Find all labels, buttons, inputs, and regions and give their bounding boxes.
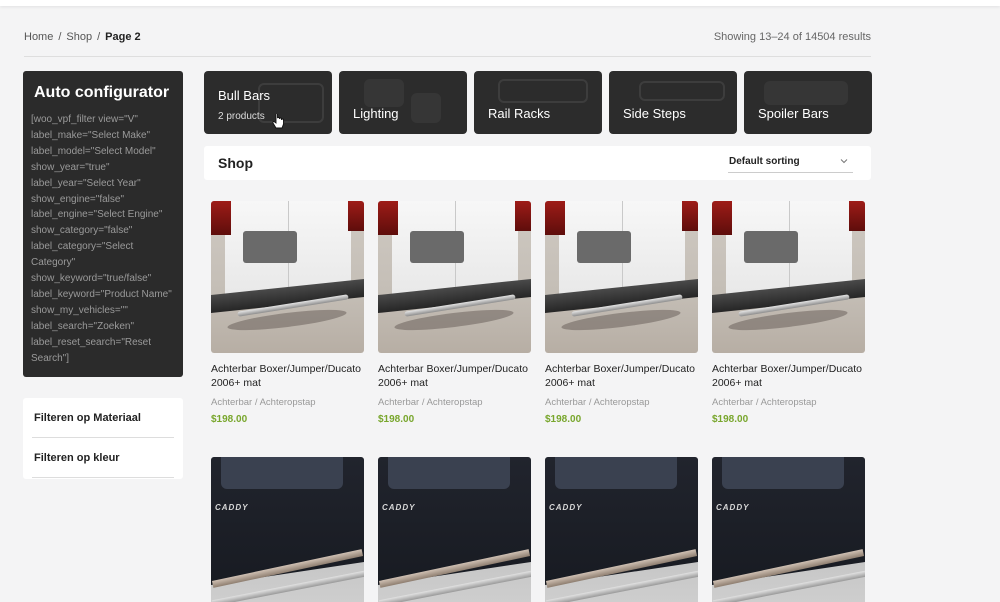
product-category: Achterbar / Achteropstap [211, 397, 316, 408]
product-image[interactable]: CADDY [378, 457, 531, 602]
product-price: $198.00 [378, 414, 415, 425]
breadcrumb-shop-link[interactable]: Shop [66, 31, 92, 43]
result-count: Showing 13–24 of 14504 results [713, 31, 871, 43]
configurator-title: Auto configurator [34, 84, 170, 101]
category-tile-side-steps[interactable]: Side Steps [609, 71, 737, 134]
breadcrumb-separator: / [58, 31, 62, 43]
spoiler-bar-silhouette-icon [764, 81, 848, 105]
filter-color[interactable]: Filteren op kleur [32, 438, 174, 478]
shop-toolbar: Shop Default sorting [204, 146, 871, 180]
product-image[interactable] [712, 201, 865, 353]
auto-configurator-widget: Auto configurator [woo_vpf_filter view="… [23, 71, 183, 377]
product-image[interactable] [211, 201, 364, 353]
caddy-badge-text: CADDY [716, 503, 750, 512]
product-image[interactable] [545, 201, 698, 353]
breadcrumb-home-link[interactable]: Home [24, 31, 53, 43]
light-silhouette-icon [411, 93, 441, 123]
caddy-badge-text: CADDY [382, 503, 416, 512]
category-tile-lighting[interactable]: Lighting [339, 71, 467, 134]
category-label: Rail Racks [488, 106, 551, 121]
category-label: Spoiler Bars [758, 106, 829, 121]
product-card: CADDY [712, 457, 865, 602]
product-title[interactable]: Achterbar Boxer/Jumper/Ducato 2006+ mat [211, 362, 364, 390]
product-image[interactable]: CADDY [712, 457, 865, 602]
sorting-select[interactable]: Default sorting [728, 153, 853, 173]
chevron-down-icon [840, 159, 848, 164]
category-label: Lighting [353, 106, 399, 121]
top-header-bar [0, 0, 1000, 6]
category-label: Bull Bars [218, 88, 271, 103]
category-product-count: 2 products [218, 111, 265, 122]
roof-rack-silhouette-icon [498, 79, 588, 103]
category-tile-bull-bars[interactable]: Bull Bars 2 products [204, 71, 332, 134]
hand-cursor-icon [272, 114, 284, 129]
product-card: CADDY [378, 457, 531, 602]
product-card: Achterbar Boxer/Jumper/Ducato 2006+ mat … [211, 201, 364, 425]
product-card: Achterbar Boxer/Jumper/Ducato 2006+ mat … [712, 201, 865, 425]
product-price: $198.00 [712, 414, 749, 425]
product-image[interactable] [378, 201, 531, 353]
breadcrumb-current: Page 2 [105, 31, 141, 43]
caddy-badge-text: CADDY [215, 503, 249, 512]
configurator-shortcode-text: [woo_vpf_filter view="V" label_make="Sel… [31, 114, 175, 364]
product-title[interactable]: Achterbar Boxer/Jumper/Ducato 2006+ mat [712, 362, 865, 390]
product-image[interactable]: CADDY [211, 457, 364, 602]
sorting-selected-value: Default sorting [729, 156, 800, 167]
product-price: $198.00 [545, 414, 582, 425]
side-step-silhouette-icon [639, 81, 725, 101]
product-card: CADDY [211, 457, 364, 602]
product-category: Achterbar / Achteropstap [545, 397, 650, 408]
breadcrumb: Home / Shop / Page 2 [24, 31, 141, 43]
product-title[interactable]: Achterbar Boxer/Jumper/Ducato 2006+ mat [545, 362, 698, 390]
shop-title: Shop [218, 155, 253, 171]
filter-panel: Filteren op Materiaal Filteren op kleur [23, 398, 183, 479]
product-image[interactable]: CADDY [545, 457, 698, 602]
product-price: $198.00 [211, 414, 248, 425]
product-category: Achterbar / Achteropstap [712, 397, 817, 408]
breadcrumb-separator: / [97, 31, 101, 43]
header-divider [24, 56, 871, 57]
filter-material[interactable]: Filteren op Materiaal [32, 398, 174, 438]
product-category: Achterbar / Achteropstap [378, 397, 483, 408]
product-card: Achterbar Boxer/Jumper/Ducato 2006+ mat … [378, 201, 531, 425]
product-card: CADDY [545, 457, 698, 602]
light-silhouette-icon [364, 79, 404, 107]
category-label: Side Steps [623, 106, 686, 121]
category-tile-spoiler-bars[interactable]: Spoiler Bars [744, 71, 872, 134]
product-title[interactable]: Achterbar Boxer/Jumper/Ducato 2006+ mat [378, 362, 531, 390]
product-card: Achterbar Boxer/Jumper/Ducato 2006+ mat … [545, 201, 698, 425]
caddy-badge-text: CADDY [549, 503, 583, 512]
category-tile-rail-racks[interactable]: Rail Racks [474, 71, 602, 134]
